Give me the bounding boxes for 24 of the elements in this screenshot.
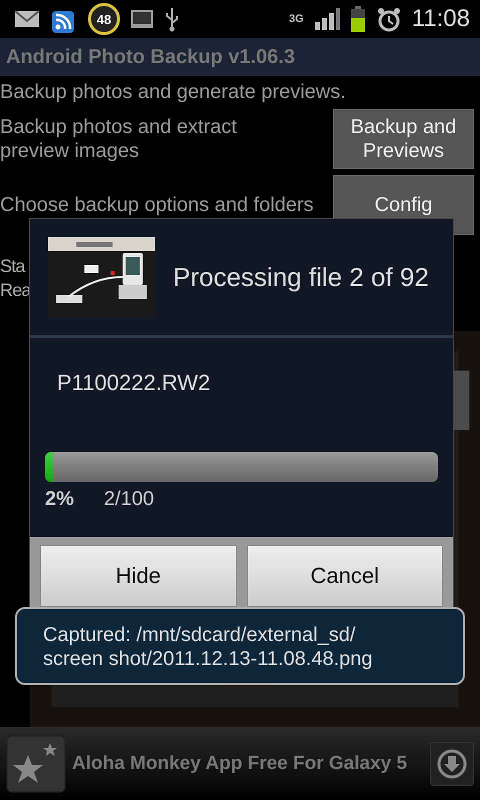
terminal-icon [130, 9, 154, 29]
clock: 11:08 [412, 5, 470, 33]
toast-message: Captured: /mnt/sdcard/external_sd/ screen shot/2011.12.13-11.08.48.png [15, 607, 465, 685]
download-button[interactable] [430, 742, 474, 786]
signal-icon [314, 8, 340, 30]
intro-text: Backup photos and generate previews. [0, 80, 347, 104]
dialog-button[interactable]: Cancel [246, 545, 443, 607]
action-button[interactable]: Backup and Previews [333, 109, 474, 169]
action-description: Backup photos and extract preview images [0, 115, 237, 163]
dialog-button[interactable]: Hide [40, 545, 236, 607]
ad-text: Aloha Monkey App Free For Galaxy 5 [72, 752, 408, 775]
mail-icon [14, 10, 40, 28]
network-type: 3G [289, 13, 304, 25]
download-icon [436, 748, 468, 780]
notification-count: 48 [88, 3, 120, 35]
progress-percent: 2% [45, 488, 74, 511]
dialog-title: Processing file 2 of 92 [173, 262, 429, 292]
battery-icon [350, 6, 366, 32]
app-title: Android Photo Backup v1.06.3 [6, 46, 295, 68]
usb-icon [164, 6, 180, 32]
file-name: P1100222.RW2 [56, 369, 212, 396]
progress-count: 2/100 [104, 488, 154, 511]
action-description: Choose backup options and folders [0, 193, 314, 217]
alarm-icon [376, 6, 402, 32]
